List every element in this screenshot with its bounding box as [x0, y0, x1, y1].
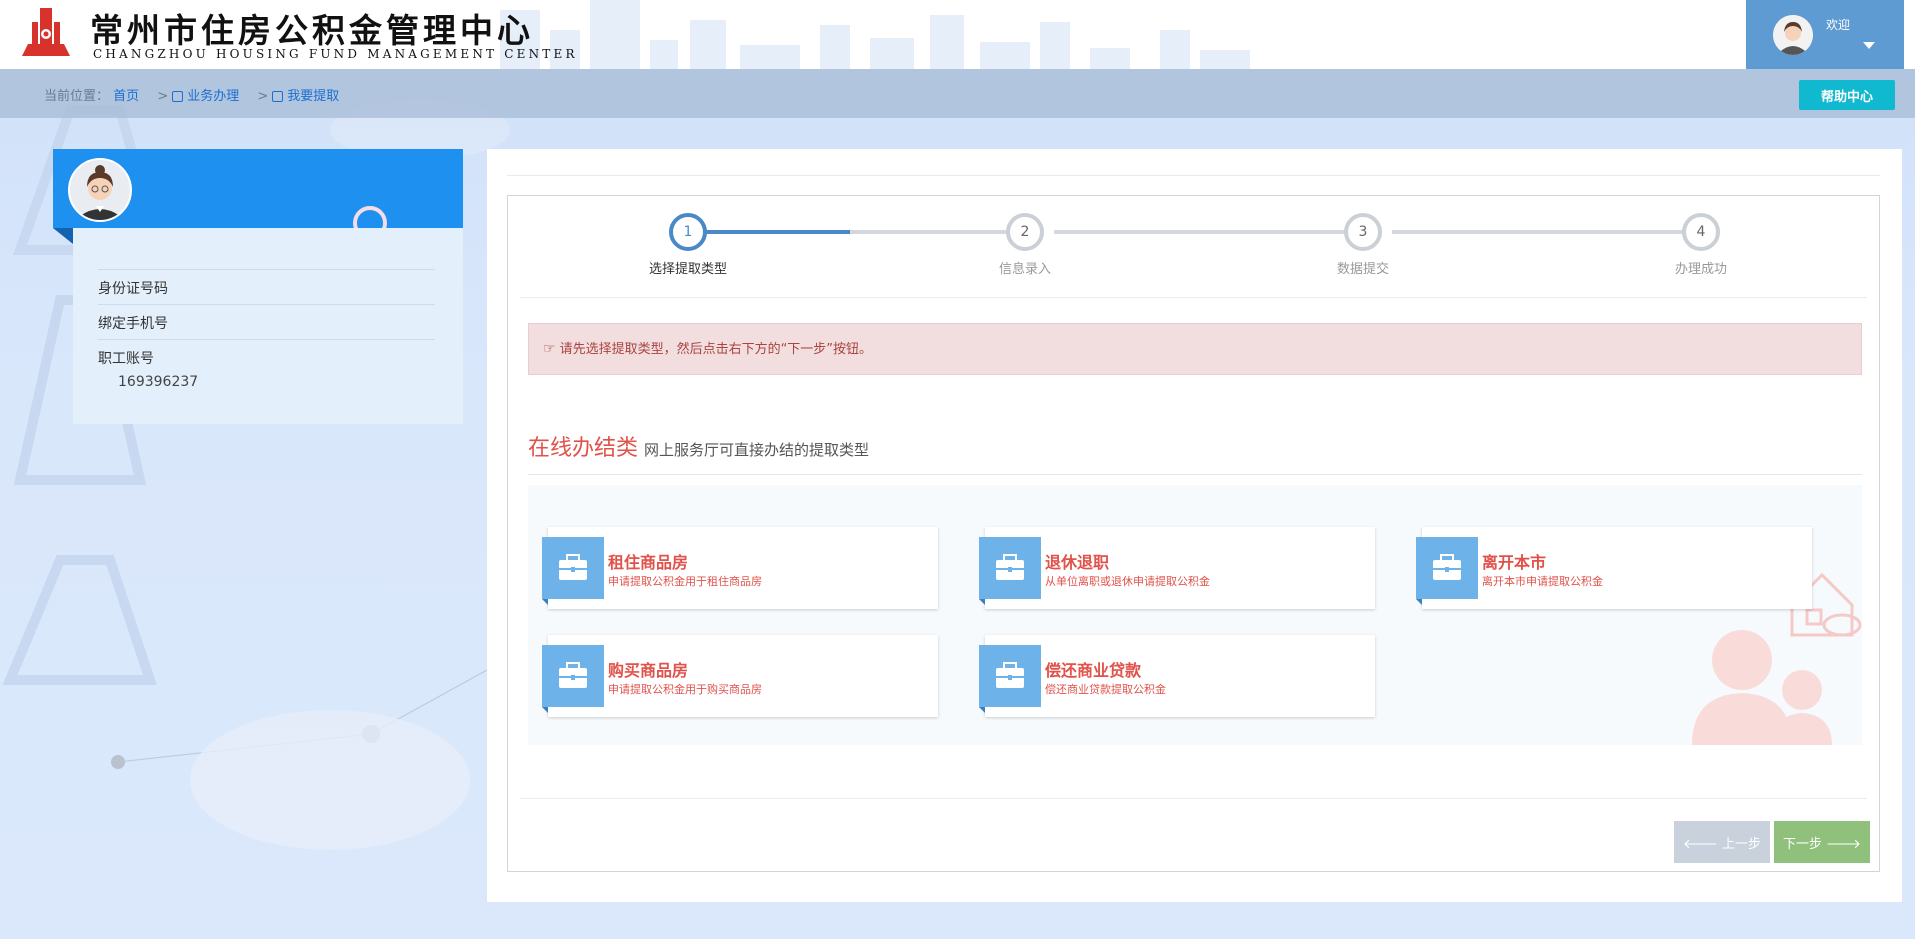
- prev-step-label: 上一步: [1721, 836, 1761, 852]
- breadcrumb-separator: >: [257, 89, 269, 104]
- card-fold-decoration: [979, 599, 985, 605]
- breadcrumb-home[interactable]: 首页: [113, 89, 139, 104]
- section-header: 在线办结类 网上服务厅可直接办结的提取类型: [528, 430, 869, 462]
- step-progress-line: [1054, 230, 1356, 234]
- prev-step-button[interactable]: 🡐 上一步: [1674, 821, 1770, 863]
- card-title: 偿还商业贷款: [1045, 661, 1142, 680]
- briefcase-icon: [979, 645, 1041, 707]
- card-description: 离开本市申请提取公积金: [1482, 575, 1603, 588]
- instruction-alert: ☞ 请先选择提取类型，然后点击右下方的“下一步”按钮。: [528, 323, 1862, 375]
- main-panel: 1 选择提取类型 2 信息录入 3 数据提交 4 办理成功 ☞ 请先选择提取类型，…: [487, 149, 1902, 902]
- card-description: 申请提取公积金用于租住商品房: [608, 575, 762, 588]
- breadcrumb-business[interactable]: 业务办理: [187, 89, 239, 104]
- profile-fold-decoration: [53, 228, 73, 244]
- folder-icon: [172, 91, 184, 102]
- arrow-right-icon: 🡒: [1822, 836, 1861, 852]
- chevron-down-icon[interactable]: [1863, 42, 1875, 49]
- step-progress-line: [1392, 230, 1694, 234]
- alert-text: 请先选择提取类型，然后点击右下方的“下一步”按钮。: [559, 342, 873, 357]
- logo-english-title: CHANGZHOU HOUSING FUND MANAGEMENT CENTER: [93, 47, 578, 61]
- profile-field-label: 职工账号: [98, 351, 154, 367]
- profile-field-phone: 绑定手机号: [98, 304, 435, 333]
- withdraw-type-grid: 租住商品房 申请提取公积金用于租住商品房 退休退职 从单位离职或退休申请提取公积…: [528, 485, 1862, 745]
- step-4-label: 办理成功: [1674, 262, 1727, 277]
- profile-field-label: 绑定手机号: [98, 316, 168, 332]
- logo-chinese-title: 常州市住房公积金管理中心: [90, 11, 534, 50]
- step-progress-line: [850, 230, 1018, 234]
- withdraw-card-leave-city[interactable]: 离开本市 离开本市申请提取公积金: [1416, 527, 1812, 609]
- card-title: 离开本市: [1482, 553, 1547, 572]
- card-description: 申请提取公积金用于购买商品房: [608, 683, 762, 696]
- breadcrumb-withdraw[interactable]: 我要提取: [287, 89, 339, 104]
- step-progress-active: [690, 230, 850, 234]
- divider: [528, 474, 1862, 475]
- profile-avatar-icon: [68, 158, 132, 222]
- skyline-decoration: [500, 0, 1250, 69]
- card-fold-decoration: [542, 707, 548, 713]
- card-title: 购买商品房: [608, 661, 689, 680]
- briefcase-icon: [542, 645, 604, 707]
- breadcrumb-bar: 当前位置： 首页 > 业务办理 > 我要提取: [0, 69, 1915, 118]
- logo-icon: [22, 8, 70, 56]
- section-subtitle: 网上服务厅可直接办结的提取类型: [644, 441, 870, 459]
- user-menu[interactable]: 欢迎: [1746, 0, 1904, 69]
- breadcrumb: 当前位置： 首页 > 业务办理 > 我要提取: [44, 85, 339, 104]
- top-header: 常州市住房公积金管理中心 CHANGZHOU HOUSING FUND MANA…: [0, 0, 1915, 69]
- arrow-left-icon: 🡐: [1682, 836, 1722, 852]
- card-description: 偿还商业贷款提取公积金: [1045, 683, 1166, 696]
- next-step-button[interactable]: 下一步 🡒: [1774, 821, 1870, 863]
- folder-icon: [272, 91, 284, 102]
- card-fold-decoration: [979, 707, 985, 713]
- card-description: 从单位离职或退休申请提取公积金: [1045, 575, 1210, 588]
- step-1-label: 选择提取类型: [648, 262, 727, 277]
- profile-field-id: 身份证号码: [98, 269, 435, 298]
- card-fold-decoration: [1416, 599, 1422, 605]
- step-3-circle: 3: [1344, 213, 1382, 251]
- profile-field-account: 职工账号 169396237: [98, 339, 435, 390]
- hand-point-icon: ☞: [543, 341, 556, 357]
- profile-field-label: 身份证号码: [98, 281, 168, 297]
- help-center-button[interactable]: 帮助中心: [1799, 80, 1895, 110]
- briefcase-icon: [542, 537, 604, 599]
- next-step-label: 下一步: [1782, 836, 1822, 852]
- withdraw-card-loan[interactable]: 偿还商业贷款 偿还商业贷款提取公积金: [979, 635, 1375, 717]
- step-1-circle: 1: [669, 213, 707, 251]
- divider: [520, 798, 1867, 799]
- welcome-text: 欢迎: [1826, 18, 1851, 32]
- step-4-circle: 4: [1682, 213, 1720, 251]
- profile-info-card: 身份证号码 绑定手机号 职工账号 169396237: [73, 228, 463, 424]
- briefcase-icon: [1416, 537, 1478, 599]
- card-title: 退休退职: [1045, 553, 1110, 572]
- withdraw-card-buy[interactable]: 购买商品房 申请提取公积金用于购买商品房: [542, 635, 938, 717]
- step-2-circle: 2: [1006, 213, 1044, 251]
- withdraw-card-retire[interactable]: 退休退职 从单位离职或退休申请提取公积金: [979, 527, 1375, 609]
- divider: [520, 297, 1867, 298]
- card-fold-decoration: [542, 599, 548, 605]
- card-title: 租住商品房: [608, 553, 689, 572]
- briefcase-icon: [979, 537, 1041, 599]
- breadcrumb-separator: >: [157, 89, 169, 104]
- section-title: 在线办结类: [528, 436, 639, 461]
- profile-field-value: 169396237: [118, 374, 199, 390]
- user-avatar-icon: [1773, 15, 1813, 55]
- step-2-label: 信息录入: [998, 262, 1051, 277]
- withdraw-card-rent[interactable]: 租住商品房 申请提取公积金用于租住商品房: [542, 527, 938, 609]
- step-3-label: 数据提交: [1336, 262, 1389, 277]
- divider: [507, 175, 1880, 176]
- withdraw-wizard: 1 选择提取类型 2 信息录入 3 数据提交 4 办理成功 ☞ 请先选择提取类型，…: [507, 195, 1880, 872]
- breadcrumb-prefix: 当前位置：: [44, 89, 110, 104]
